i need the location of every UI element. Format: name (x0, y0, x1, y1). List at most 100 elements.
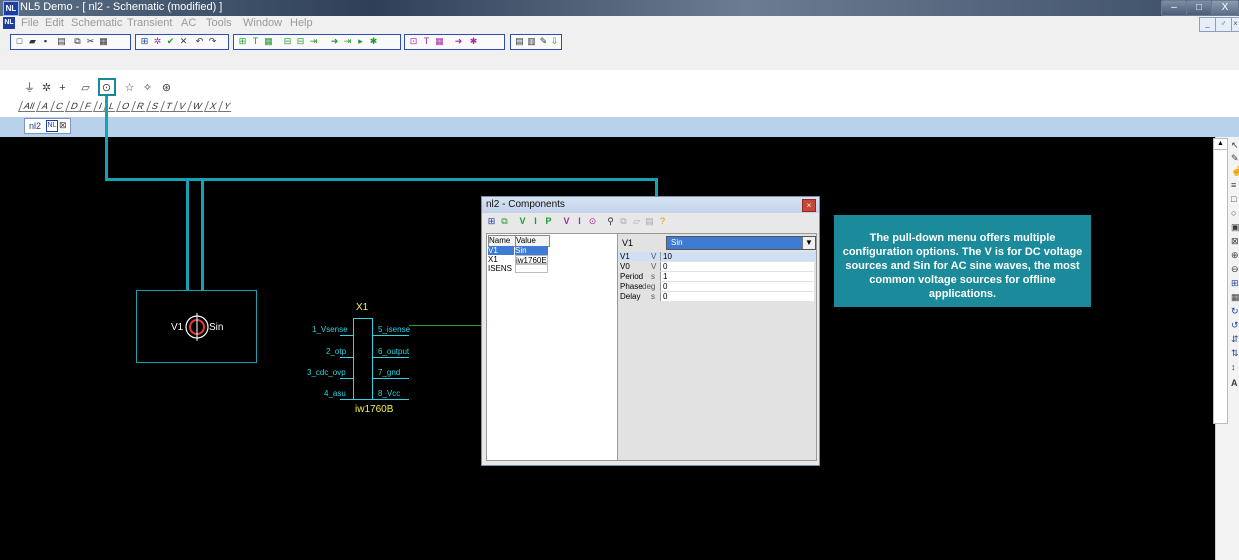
menu-ac[interactable]: AC (181, 17, 196, 29)
help-icon[interactable]: ? (657, 216, 668, 227)
mirror-icon[interactable]: ⇵ (1231, 334, 1239, 345)
calculator-icon[interactable]: ▥ (526, 36, 537, 47)
menu-schematic[interactable]: Schematic (71, 17, 122, 29)
wire-icon[interactable]: ≡ (1231, 180, 1239, 191)
tab-close-icon[interactable]: ⊠ (59, 120, 67, 131)
ac-trace-i-icon[interactable]: I (574, 216, 585, 227)
dependent-source-icon[interactable]: ✧ (141, 82, 154, 95)
transient-start-icon[interactable]: ➜ (329, 36, 340, 47)
image-icon[interactable]: ▣ (1231, 222, 1239, 233)
ac-settings-icon[interactable]: T (421, 36, 432, 47)
tools-icon[interactable]: ✲ (152, 36, 163, 47)
component-name-cell[interactable]: V1 (488, 246, 514, 255)
transient-step-icon[interactable]: ▸ (355, 36, 366, 47)
rotate-icon[interactable]: ↻ (1231, 306, 1239, 317)
transient-table-icon[interactable]: ⊟ (282, 36, 293, 47)
mdi-restore-button[interactable]: ♂ (1215, 17, 1232, 32)
print-icon[interactable]: ▤ (56, 36, 67, 47)
pointer-icon[interactable]: ↖ (1231, 140, 1239, 151)
tab-nl2[interactable]: nl2 NL ⊠ (24, 118, 71, 134)
ac-start-icon[interactable]: ➜ (453, 36, 464, 47)
text-tool-icon[interactable]: A (1231, 378, 1239, 389)
brush-icon[interactable]: ✎ (538, 36, 549, 47)
menu-file[interactable]: File (21, 17, 39, 29)
trace-i-icon[interactable]: I (530, 216, 541, 227)
ac-data-icon[interactable]: ▦ (434, 36, 445, 47)
copy-component-icon[interactable]: ⧉ (499, 216, 510, 227)
mdi-minimize-button[interactable]: _ (1199, 17, 1216, 32)
scroll-up-icon[interactable]: ▲ (1214, 139, 1227, 150)
trace-p-icon[interactable]: P (543, 216, 554, 227)
maximize-button[interactable]: □ (1186, 0, 1212, 16)
voltage-source-icon[interactable]: ⊙ (100, 82, 113, 95)
component-value-cell[interactable] (515, 264, 548, 273)
copy-icon[interactable]: ⧉ (72, 36, 83, 47)
cut-icon[interactable]: ✂ (85, 36, 96, 47)
close-button[interactable]: X (1211, 0, 1239, 16)
document-icon[interactable]: NL (3, 17, 15, 29)
transient-export-icon[interactable]: ⇥ (308, 36, 319, 47)
schematic-icon[interactable]: ⊞ (139, 36, 150, 47)
param-row[interactable]: Phase deg 0 (618, 282, 816, 291)
menu-help[interactable]: Help (290, 17, 313, 29)
menu-transient[interactable]: Transient (127, 17, 172, 29)
label-icon[interactable]: ✲ (40, 82, 53, 95)
dialog-paste-icon[interactable]: ▤ (644, 216, 655, 227)
param-row[interactable]: V1 V 10 (618, 252, 816, 261)
grid-icon[interactable]: ▦ (1231, 292, 1239, 303)
dialog-open-icon[interactable]: ▱ (631, 216, 642, 227)
ground-icon[interactable]: ⏚ (23, 82, 36, 95)
pen-icon[interactable]: ✎ (1231, 153, 1239, 164)
param-row[interactable]: Delay s 0 (618, 292, 816, 301)
param-value[interactable]: 10 (660, 252, 814, 261)
find-icon[interactable]: ⚲ (605, 216, 616, 227)
param-row[interactable]: V0 V 0 (618, 262, 816, 271)
component-name-cell[interactable]: X1 (488, 255, 514, 264)
dialog-title-bar[interactable]: nl2 - Components × (482, 197, 819, 213)
add-component-icon[interactable]: ⊞ (486, 216, 497, 227)
transient-continue-icon[interactable]: ⇥ (342, 36, 353, 47)
transient-data-icon[interactable]: ▦ (263, 36, 274, 47)
undo-icon[interactable]: ↶ (194, 36, 205, 47)
zoom-fit-icon[interactable]: ⊞ (1231, 278, 1239, 289)
param-value[interactable]: 0 (660, 282, 814, 291)
menu-edit[interactable]: Edit (45, 17, 64, 29)
cross-box-icon[interactable]: ⊠ (1231, 236, 1239, 247)
transient-stop-icon[interactable]: ✱ (368, 36, 379, 47)
redo-icon[interactable]: ↷ (207, 36, 218, 47)
mdi-close-button[interactable]: × (1231, 17, 1239, 32)
category-tab-y[interactable]: Y (217, 101, 235, 112)
component-name-cell[interactable]: ISENS (488, 264, 514, 273)
param-row[interactable]: Period s 1 (618, 272, 816, 281)
ac-trace-v-icon[interactable]: V (561, 216, 572, 227)
zoom-out-icon[interactable]: ⊖ (1231, 264, 1239, 275)
delete-icon[interactable]: ✕ (178, 36, 189, 47)
open-file-icon[interactable]: ▰ (27, 36, 38, 47)
distribute-icon[interactable]: ↕ (1231, 362, 1239, 373)
param-value[interactable]: 0 (660, 262, 814, 271)
paste-icon[interactable]: ▦ (98, 36, 109, 47)
menu-window[interactable]: Window (243, 17, 282, 29)
align-icon[interactable]: ⇅ (1231, 348, 1239, 359)
hand-icon[interactable]: ☝ (1231, 166, 1239, 177)
vertical-scrollbar[interactable]: ▲ (1213, 138, 1228, 424)
folder-icon[interactable]: ▱ (79, 82, 92, 95)
function-source-icon[interactable]: ⊛ (160, 82, 173, 95)
minimize-button[interactable]: – (1161, 0, 1187, 16)
ac-graph-icon[interactable]: ⊡ (408, 36, 419, 47)
current-source-icon[interactable]: ☆ (123, 82, 136, 95)
param-value[interactable]: 1 (660, 272, 814, 281)
component-value-cell[interactable]: Sin (515, 246, 548, 255)
save-icon[interactable]: ▪ (40, 36, 51, 47)
cross-icon[interactable]: + (56, 82, 69, 95)
chevron-down-icon[interactable]: ▼ (802, 237, 815, 249)
param-value[interactable]: 0 (660, 292, 814, 301)
dialog-close-button[interactable]: × (802, 199, 816, 212)
flip-icon[interactable]: ↺ (1231, 320, 1239, 331)
sine-source-symbol[interactable] (183, 313, 211, 341)
transient-settings-icon[interactable]: T (250, 36, 261, 47)
dialog-copy-icon[interactable]: ⧉ (618, 216, 629, 227)
check-icon[interactable]: ✔ (165, 36, 176, 47)
rectangle-icon[interactable]: □ (1231, 194, 1239, 205)
ellipse-icon[interactable]: ○ (1231, 208, 1239, 219)
